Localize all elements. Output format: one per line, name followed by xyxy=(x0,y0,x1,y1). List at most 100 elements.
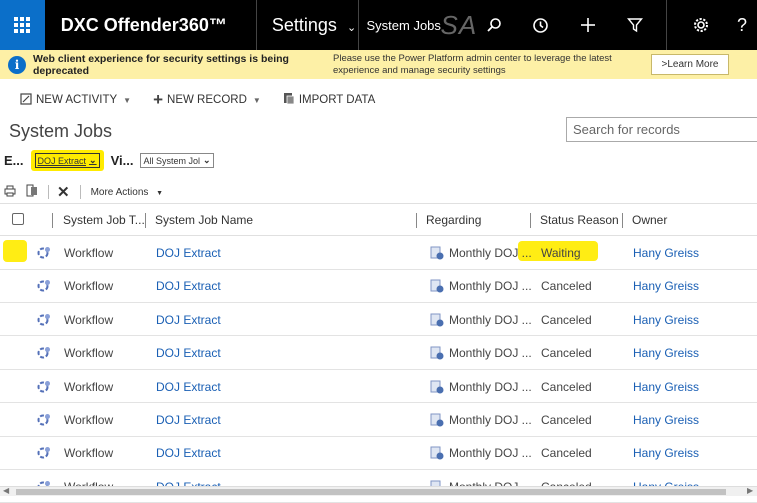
workflow-icon xyxy=(37,446,51,462)
table-row[interactable]: Workflow DOJ Extract Monthly DOJ ... Cancel… xyxy=(0,436,757,470)
print-icon[interactable] xyxy=(4,185,16,200)
workflow-icon xyxy=(37,313,51,329)
regarding-record-icon xyxy=(430,446,444,463)
owner-link[interactable]: Hany Greiss xyxy=(633,346,699,360)
column-header-owner[interactable]: Owner xyxy=(632,213,667,227)
delete-icon[interactable]: ✕ xyxy=(57,183,70,201)
new-activity-icon xyxy=(20,92,32,108)
more-actions-button[interactable]: More Actions ▼ xyxy=(91,187,164,198)
gear-icon[interactable] xyxy=(675,0,727,50)
entity-breadcrumb[interactable]: System Jobs SA xyxy=(359,10,477,40)
new-record-button[interactable]: + NEW RECORD ▼ xyxy=(153,90,261,110)
workflow-icon xyxy=(37,346,51,362)
table-row[interactable]: Workflow DOJ Extract Monthly DOJ ... Waitin… xyxy=(0,236,757,270)
table-row[interactable]: Workflow DOJ Extract Monthly DOJ ... Cancel… xyxy=(0,303,757,337)
column-separator[interactable] xyxy=(622,213,623,228)
job-type-cell: Workflow xyxy=(64,379,114,394)
job-name-link[interactable]: DOJ Extract xyxy=(156,346,221,360)
owner-link[interactable]: Hany Greiss xyxy=(633,313,699,327)
notice-title: Web client experience for security setti… xyxy=(33,52,289,77)
column-header-regarding[interactable]: Regarding xyxy=(426,213,481,227)
job-name-link[interactable]: DOJ Extract xyxy=(156,413,221,427)
table-row[interactable]: Workflow DOJ Extract Monthly DOJ ... Cancel… xyxy=(0,269,757,303)
status-reason-cell: Canceled xyxy=(541,379,592,394)
column-header-type[interactable]: System Job T... xyxy=(63,213,145,227)
owner-link[interactable]: Hany Greiss xyxy=(633,446,699,460)
regarding-cell[interactable]: Monthly DOJ ... xyxy=(449,313,532,327)
plus-icon[interactable] xyxy=(564,0,611,50)
notice-message: Please use the Power Platform admin cent… xyxy=(333,52,612,76)
filter-icon[interactable] xyxy=(611,0,658,50)
job-type-cell: Workflow xyxy=(64,246,114,260)
owner-link[interactable]: Hany Greiss xyxy=(633,279,699,293)
scroll-right-icon[interactable]: ▶ xyxy=(747,486,753,495)
divider xyxy=(666,0,668,50)
top-navigation-bar: DXC Offender360™ Settings ⌄ System Jobs … xyxy=(0,0,757,50)
job-type-cell: Workflow xyxy=(64,413,114,427)
owner-link[interactable]: Hany Greiss xyxy=(633,413,699,427)
history-icon[interactable] xyxy=(517,0,564,50)
regarding-record-icon xyxy=(430,279,444,296)
import-icon xyxy=(283,92,295,108)
job-name-link[interactable]: DOJ Extract xyxy=(156,279,221,293)
import-data-button[interactable]: IMPORT DATA xyxy=(283,92,375,108)
owner-link[interactable]: Hany Greiss xyxy=(633,380,699,394)
search-input[interactable]: Search for records xyxy=(566,117,757,142)
workflow-icon xyxy=(37,279,51,295)
divider xyxy=(79,185,81,199)
divider xyxy=(48,185,49,199)
column-header-status[interactable]: Status Reason xyxy=(540,213,619,227)
job-name-link[interactable]: DOJ Extract xyxy=(156,446,221,460)
grid-header: System Job T... System Job Name Regardin… xyxy=(0,203,757,236)
dropdown-arrow-icon: ▼ xyxy=(252,95,261,105)
owner-link[interactable]: Hany Greiss xyxy=(633,246,699,260)
column-separator[interactable] xyxy=(530,213,531,228)
status-reason-cell: Waiting xyxy=(541,246,581,260)
regarding-cell[interactable]: Monthly DOJ ... xyxy=(449,446,532,460)
import-data-label: IMPORT DATA xyxy=(298,94,376,106)
horizontal-scrollbar[interactable]: ◀ ▶ xyxy=(0,486,757,496)
status-reason-cell: Canceled xyxy=(541,312,592,327)
area-selector[interactable]: Settings ⌄ xyxy=(257,15,358,36)
info-icon: i xyxy=(8,55,26,74)
job-name-link[interactable]: DOJ Extract xyxy=(156,313,221,327)
learn-more-button[interactable]: >Learn More xyxy=(651,54,729,75)
more-actions-label: More Actions xyxy=(90,186,149,198)
table-row[interactable]: Workflow DOJ Extract Monthly DOJ ... Cancel… xyxy=(0,403,757,437)
entity-label: System Jobs xyxy=(366,17,441,33)
entity-filter-select[interactable]: DOJ Extract ⌄ xyxy=(34,153,100,168)
table-row[interactable]: Workflow DOJ Extract Monthly DOJ ... Cancel… xyxy=(0,336,757,370)
app-title[interactable]: DXC Offender360™ xyxy=(45,15,256,36)
regarding-cell[interactable]: Monthly DOJ ... xyxy=(449,279,532,293)
regarding-record-icon xyxy=(430,346,444,363)
regarding-cell[interactable]: Monthly DOJ ... xyxy=(449,246,532,260)
job-type-cell: Workflow xyxy=(64,279,114,294)
column-separator[interactable] xyxy=(416,213,417,228)
export-icon[interactable] xyxy=(26,184,38,200)
column-separator[interactable] xyxy=(52,213,53,228)
entity-filter-value: DOJ Extract xyxy=(37,155,87,166)
regarding-cell[interactable]: Monthly DOJ ... xyxy=(449,380,532,394)
column-separator[interactable] xyxy=(145,213,146,228)
job-name-link[interactable]: DOJ Extract xyxy=(156,246,221,260)
workflow-icon xyxy=(37,246,51,262)
grid-toolbar: ✕ More Actions ▼ xyxy=(4,183,163,201)
scroll-left-icon[interactable]: ◀ xyxy=(3,486,9,495)
select-all-checkbox[interactable] xyxy=(12,213,24,225)
regarding-cell[interactable]: Monthly DOJ ... xyxy=(449,346,532,360)
new-record-label: NEW RECORD xyxy=(167,94,247,106)
status-reason-cell: Canceled xyxy=(541,446,592,461)
view-select-value: All System Jol xyxy=(143,155,200,166)
column-header-name[interactable]: System Job Name xyxy=(155,213,253,227)
help-icon[interactable]: ? xyxy=(727,0,757,50)
chevron-down-icon: ⌄ xyxy=(89,155,97,165)
app-launcher-waffle-icon[interactable] xyxy=(0,0,45,50)
regarding-cell[interactable]: Monthly DOJ ... xyxy=(449,413,532,427)
view-select[interactable]: All System Jol ⌄ xyxy=(140,153,214,168)
view-selector-row: E... DOJ Extract ⌄ Vi... All System Jol … xyxy=(4,150,214,171)
scrollbar-thumb[interactable] xyxy=(16,489,726,495)
new-activity-button[interactable]: NEW ACTIVITY ▼ xyxy=(20,92,131,108)
job-name-link[interactable]: DOJ Extract xyxy=(156,380,221,394)
workflow-icon xyxy=(37,380,51,396)
table-row[interactable]: Workflow DOJ Extract Monthly DOJ ... Cancel… xyxy=(0,370,757,404)
